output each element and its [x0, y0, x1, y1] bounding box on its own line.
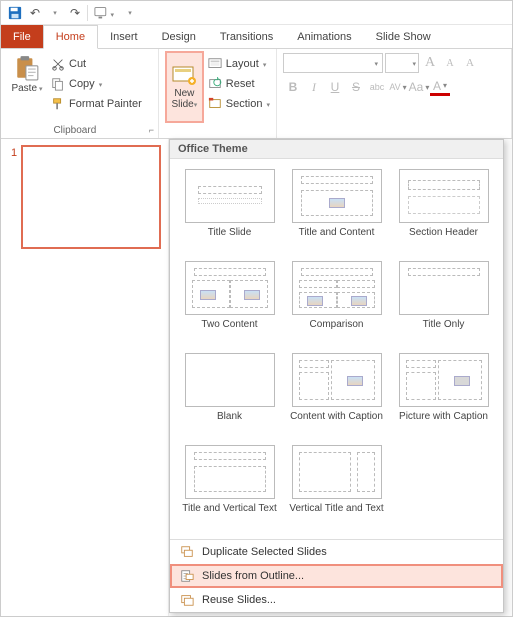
paste-button[interactable]: Paste [7, 51, 47, 94]
gallery-footer: Duplicate Selected Slides Slides from Ou… [170, 539, 503, 612]
layout-two-content[interactable]: Two Content [176, 257, 283, 349]
undo-dropdown[interactable] [45, 3, 65, 23]
slide-thumbnail-1[interactable] [21, 145, 161, 249]
menu-duplicate-slides[interactable]: Duplicate Selected Slides [170, 540, 503, 564]
layout-label: Layout [226, 58, 259, 70]
italic-button[interactable]: I [304, 77, 324, 97]
format-painter-label: Format Painter [69, 98, 142, 110]
new-slide-label: New Slide [172, 88, 195, 110]
strike-button[interactable]: S [346, 77, 366, 97]
layout-button[interactable]: Layout [208, 55, 270, 73]
group-slides: New Slide Layout Reset Section [159, 49, 277, 138]
quick-access-toolbar: ↶ ↷ [1, 1, 512, 25]
font-color-button[interactable]: A [430, 78, 450, 96]
shrink-font-button[interactable]: A [441, 53, 459, 73]
chevron-down-icon [263, 58, 267, 70]
layout-title-and-content[interactable]: Title and Content [283, 165, 390, 257]
font-size-combo[interactable] [385, 53, 419, 73]
cut-button[interactable]: Cut [51, 55, 142, 73]
spacing-button[interactable]: AV [388, 77, 408, 97]
ribbon: Paste Cut Copy Format Painter Clipboard ⌐ [1, 49, 512, 139]
section-button[interactable]: Section [208, 95, 270, 113]
chevron-down-icon [374, 57, 378, 69]
layout-grid: Title Slide Title and Content Section He… [170, 159, 503, 539]
tab-file[interactable]: File [1, 25, 43, 48]
group-clipboard: Paste Cut Copy Format Painter Clipboard ⌐ [1, 49, 159, 138]
chevron-down-icon [194, 99, 198, 110]
layout-picture-with-caption[interactable]: Picture with Caption [390, 349, 497, 441]
undo-button[interactable]: ↶ [25, 3, 45, 23]
tab-slideshow[interactable]: Slide Show [364, 25, 443, 48]
tab-animations[interactable]: Animations [285, 25, 363, 48]
slide-number: 1 [11, 147, 17, 159]
new-slide-gallery: Office Theme Title Slide Title and Conte… [169, 139, 504, 613]
font-name-combo[interactable] [283, 53, 383, 73]
layout-title-and-vertical-text[interactable]: Title and Vertical Text [176, 441, 283, 533]
layout-title-slide[interactable]: Title Slide [176, 165, 283, 257]
ribbon-tabs: File Home Insert Design Transitions Anim… [1, 25, 512, 49]
menu-slides-from-outline[interactable]: Slides from Outline... [170, 564, 503, 588]
shadow-button[interactable]: abc [367, 77, 387, 97]
clipboard-launcher[interactable]: ⌐ [149, 125, 158, 135]
slide-canvas: Office Theme Title Slide Title and Conte… [169, 139, 512, 616]
group-label-clipboard: Clipboard [53, 125, 96, 136]
section-label: Section [226, 98, 263, 110]
format-painter-button[interactable]: Format Painter [51, 95, 142, 113]
tab-design[interactable]: Design [150, 25, 208, 48]
chevron-down-icon [99, 78, 103, 90]
customize-qat-button[interactable] [120, 3, 140, 23]
slide-thumbnails-panel: 1 [1, 139, 169, 616]
redo-button[interactable]: ↷ [65, 3, 85, 23]
menu-reuse-slides[interactable]: Reuse Slides... [170, 588, 503, 612]
layout-title-only[interactable]: Title Only [390, 257, 497, 349]
group-font: A A A B I U S abc AV Aa A [277, 49, 512, 138]
layout-section-header[interactable]: Section Header [390, 165, 497, 257]
bold-button[interactable]: B [283, 77, 303, 97]
new-slide-button[interactable]: New Slide [165, 51, 204, 123]
tab-home[interactable]: Home [43, 25, 98, 49]
tab-transitions[interactable]: Transitions [208, 25, 285, 48]
paste-label: Paste [11, 83, 37, 94]
copy-label: Copy [69, 78, 95, 90]
change-case-button[interactable]: Aa [409, 77, 429, 97]
clear-format-button[interactable]: A [461, 53, 479, 73]
layout-blank[interactable]: Blank [176, 349, 283, 441]
copy-button[interactable]: Copy [51, 75, 142, 93]
underline-button[interactable]: U [325, 77, 345, 97]
chevron-down-icon [266, 98, 270, 110]
gallery-heading: Office Theme [170, 140, 503, 159]
layout-content-with-caption[interactable]: Content with Caption [283, 349, 390, 441]
start-slideshow-button[interactable] [94, 3, 114, 23]
chevron-down-icon [412, 57, 416, 69]
reset-label: Reset [226, 78, 255, 90]
cut-label: Cut [69, 58, 86, 70]
layout-vertical-title-and-text[interactable]: Vertical Title and Text [283, 441, 390, 533]
tab-insert[interactable]: Insert [98, 25, 150, 48]
layout-comparison[interactable]: Comparison [283, 257, 390, 349]
grow-font-button[interactable]: A [421, 53, 439, 73]
separator [87, 5, 88, 21]
chevron-down-icon [39, 83, 43, 94]
work-area: 1 Office Theme Title Slide Title and Con… [1, 139, 512, 616]
reset-button[interactable]: Reset [208, 75, 270, 93]
save-button[interactable] [5, 3, 25, 23]
chevron-down-icon [110, 6, 114, 20]
